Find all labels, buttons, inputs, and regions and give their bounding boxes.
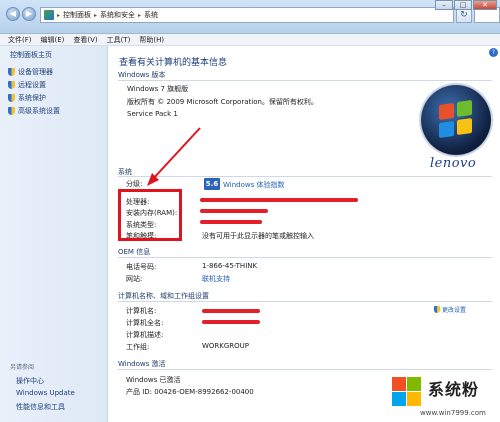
annotation-arrow <box>147 127 201 186</box>
watermark-url: www.win7999.com <box>420 409 486 417</box>
watermark-text: 系统粉 <box>428 380 480 399</box>
